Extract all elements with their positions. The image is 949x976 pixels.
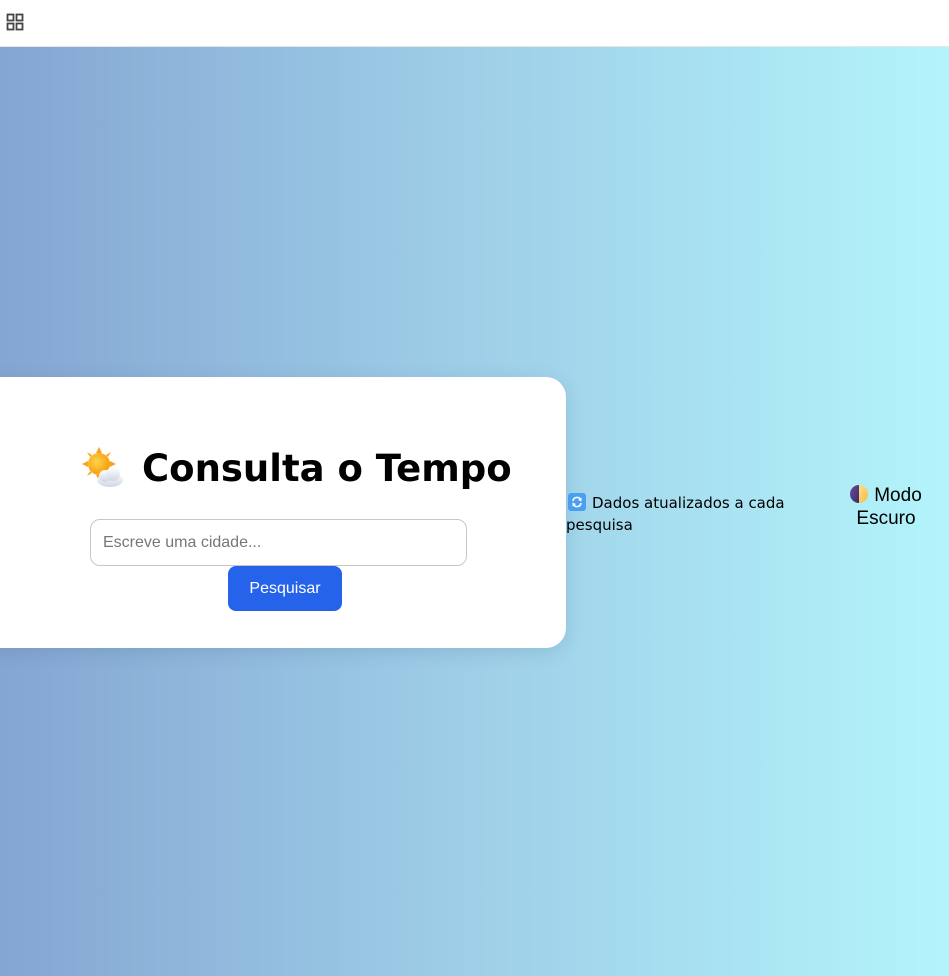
sun-behind-cloud-icon (82, 447, 123, 487)
page-background: Consulta o Tempo Pesquisar Dados atualiz… (0, 47, 949, 976)
weather-card: Consulta o Tempo Pesquisar (0, 377, 566, 648)
search-button[interactable]: Pesquisar (228, 566, 342, 611)
update-info: Dados atualizados a cada pesquisa (566, 492, 806, 536)
update-info-text: Dados atualizados a cada pesquisa (566, 494, 785, 534)
half-moon-icon (850, 485, 869, 503)
apps-grid-icon[interactable] (6, 13, 24, 31)
dark-mode-toggle[interactable]: Modo Escuro (836, 484, 936, 530)
refresh-icon (568, 493, 586, 511)
page-title: Consulta o Tempo (142, 446, 512, 490)
title-row: Consulta o Tempo (80, 445, 512, 491)
city-search-input[interactable] (90, 519, 467, 566)
top-bar (0, 0, 949, 47)
